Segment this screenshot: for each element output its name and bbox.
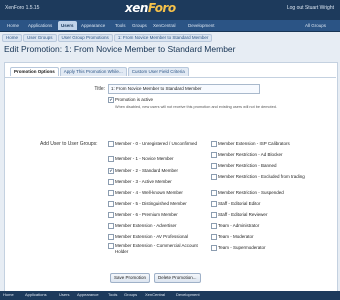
footer-users[interactable]: Users — [59, 292, 69, 297]
group-option-label: Member - 6 - Premium Member — [115, 212, 178, 217]
group-option-label: Member - 1 - Novice Member — [115, 156, 174, 161]
group-option-label: Member Restriction - Ad Blocker — [218, 152, 283, 157]
group-option-label: Member Extension - Advertiser — [115, 223, 177, 228]
tab-groups[interactable]: Groups — [129, 21, 150, 30]
group-checkbox[interactable] — [211, 163, 217, 169]
group-option-label: Member - 4 - Well-known Member — [115, 190, 183, 195]
title-input[interactable]: 1: From Novice Member to Standard Member — [108, 84, 260, 94]
breadcrumb: Home User Groups User Group Promotions 1: F… — [2, 34, 213, 42]
group-option-label: Member - 3 - Active Member — [115, 179, 172, 184]
main-nav: Home Applications Users Appearance Tools… — [0, 20, 340, 32]
tab-home[interactable]: Home — [4, 21, 22, 30]
logo-accent-text: Foro — [147, 1, 176, 15]
group-checkbox[interactable]: ✔ — [108, 168, 114, 174]
footer-appearance[interactable]: Appearance — [77, 292, 99, 297]
delete-button[interactable]: Delete Promotion... — [154, 273, 201, 283]
group-checkbox[interactable] — [211, 190, 217, 196]
group-checkbox[interactable] — [108, 212, 114, 218]
footer-development[interactable]: Development — [176, 292, 200, 297]
groups-label: Add User to User Groups: — [40, 141, 98, 147]
group-option-label: Team - Supermoderator — [218, 245, 266, 250]
group-checkbox[interactable] — [211, 245, 217, 251]
tab-applications[interactable]: Applications — [25, 21, 55, 30]
tab-users[interactable]: Users — [58, 21, 77, 30]
tab-appearance[interactable]: Appearance — [78, 21, 108, 30]
group-option-label: Member - 2 - Standard Member — [115, 168, 179, 173]
breadcrumb-user-groups[interactable]: User Groups — [23, 34, 57, 42]
group-checkbox[interactable] — [108, 243, 114, 249]
group-option-label: Member - 0 - Unregistered / Unconfirmed — [115, 141, 198, 146]
top-header: XenForo 1.5.15 xenForo Log out Stuart Wr… — [0, 0, 340, 20]
group-option-label: Staff - Editorial Editor — [218, 201, 261, 206]
tab-apply-while[interactable]: Apply This Promotion While... — [59, 67, 127, 76]
active-label: Promotion is active — [115, 97, 154, 102]
group-checkbox[interactable] — [108, 190, 114, 196]
tab-promotion-options[interactable]: Promotion Options — [10, 67, 59, 76]
group-option-label: Member Restriction - Banned — [218, 163, 277, 168]
active-hint: When disabled, new users will not receiv… — [115, 105, 277, 109]
group-checkbox[interactable] — [211, 212, 217, 218]
group-checkbox[interactable] — [108, 201, 114, 207]
tab-custom-field-criteria[interactable]: Custom User Field Criteria — [127, 67, 189, 76]
group-checkbox[interactable] — [211, 223, 217, 229]
footer-home[interactable]: Home — [3, 292, 14, 297]
tab-divider — [4, 77, 336, 78]
group-checkbox[interactable] — [108, 156, 114, 162]
breadcrumb-home[interactable]: Home — [2, 34, 23, 42]
footer-bar: Home Applications Users Appearance Tools… — [0, 291, 340, 300]
group-checkbox[interactable] — [211, 174, 217, 180]
group-option-label: Member Extension - Commercial Account Ho… — [115, 243, 198, 254]
group-option-label: Member Extension - ISP Calibrators — [218, 141, 290, 146]
group-checkbox[interactable] — [108, 179, 114, 185]
breadcrumb-promotions[interactable]: User Group Promotions — [57, 34, 113, 42]
tab-xencentral[interactable]: XenCentral — [150, 21, 179, 30]
tab-development[interactable]: Development — [185, 21, 218, 30]
tab-tools[interactable]: Tools — [112, 21, 129, 30]
group-checkbox[interactable] — [211, 201, 217, 207]
group-option-label: Team - Administrator — [218, 223, 260, 228]
logout-link[interactable]: Log out Stuart Wright — [287, 5, 334, 11]
breadcrumb-current[interactable]: 1: From Novice Member to Standard Member — [113, 34, 213, 42]
group-checkbox[interactable] — [211, 152, 217, 158]
footer-tools[interactable]: Tools — [108, 292, 117, 297]
group-option-label: Member - 5 - Distinguished Member — [115, 201, 187, 206]
version-label: XenForo 1.5.15 — [5, 5, 40, 11]
all-groups-link[interactable]: All Groups — [305, 21, 326, 30]
logo-main-text: xen — [125, 1, 148, 15]
active-checkbox[interactable]: ✔ — [108, 97, 114, 103]
form-tabs: Promotion Options Apply This Promotion Wh… — [10, 67, 190, 77]
footer-groups[interactable]: Groups — [124, 292, 137, 297]
group-checkbox[interactable] — [108, 223, 114, 229]
group-option-label: Member Restriction - Suspended — [218, 190, 284, 195]
group-checkbox[interactable] — [108, 234, 114, 240]
page-title: Edit Promotion: 1: From Novice Member to… — [4, 44, 236, 54]
xenforo-logo[interactable]: xenForo — [125, 1, 176, 15]
save-button[interactable]: Save Promotion — [110, 273, 151, 283]
group-checkbox[interactable] — [211, 141, 217, 147]
group-option-label: Member Extension - AV Professional — [115, 234, 188, 239]
group-checkbox[interactable] — [108, 141, 114, 147]
group-option-label: Member Restriction - Excluded from tradi… — [218, 174, 305, 179]
group-checkbox[interactable] — [211, 234, 217, 240]
footer-applications[interactable]: Applications — [25, 292, 47, 297]
footer-xencentral[interactable]: XenCentral — [145, 292, 165, 297]
title-label: Title: — [94, 86, 105, 92]
group-option-label: Team - Moderator — [218, 234, 254, 239]
group-option-label: Staff - Editorial Reviewer — [218, 212, 268, 217]
